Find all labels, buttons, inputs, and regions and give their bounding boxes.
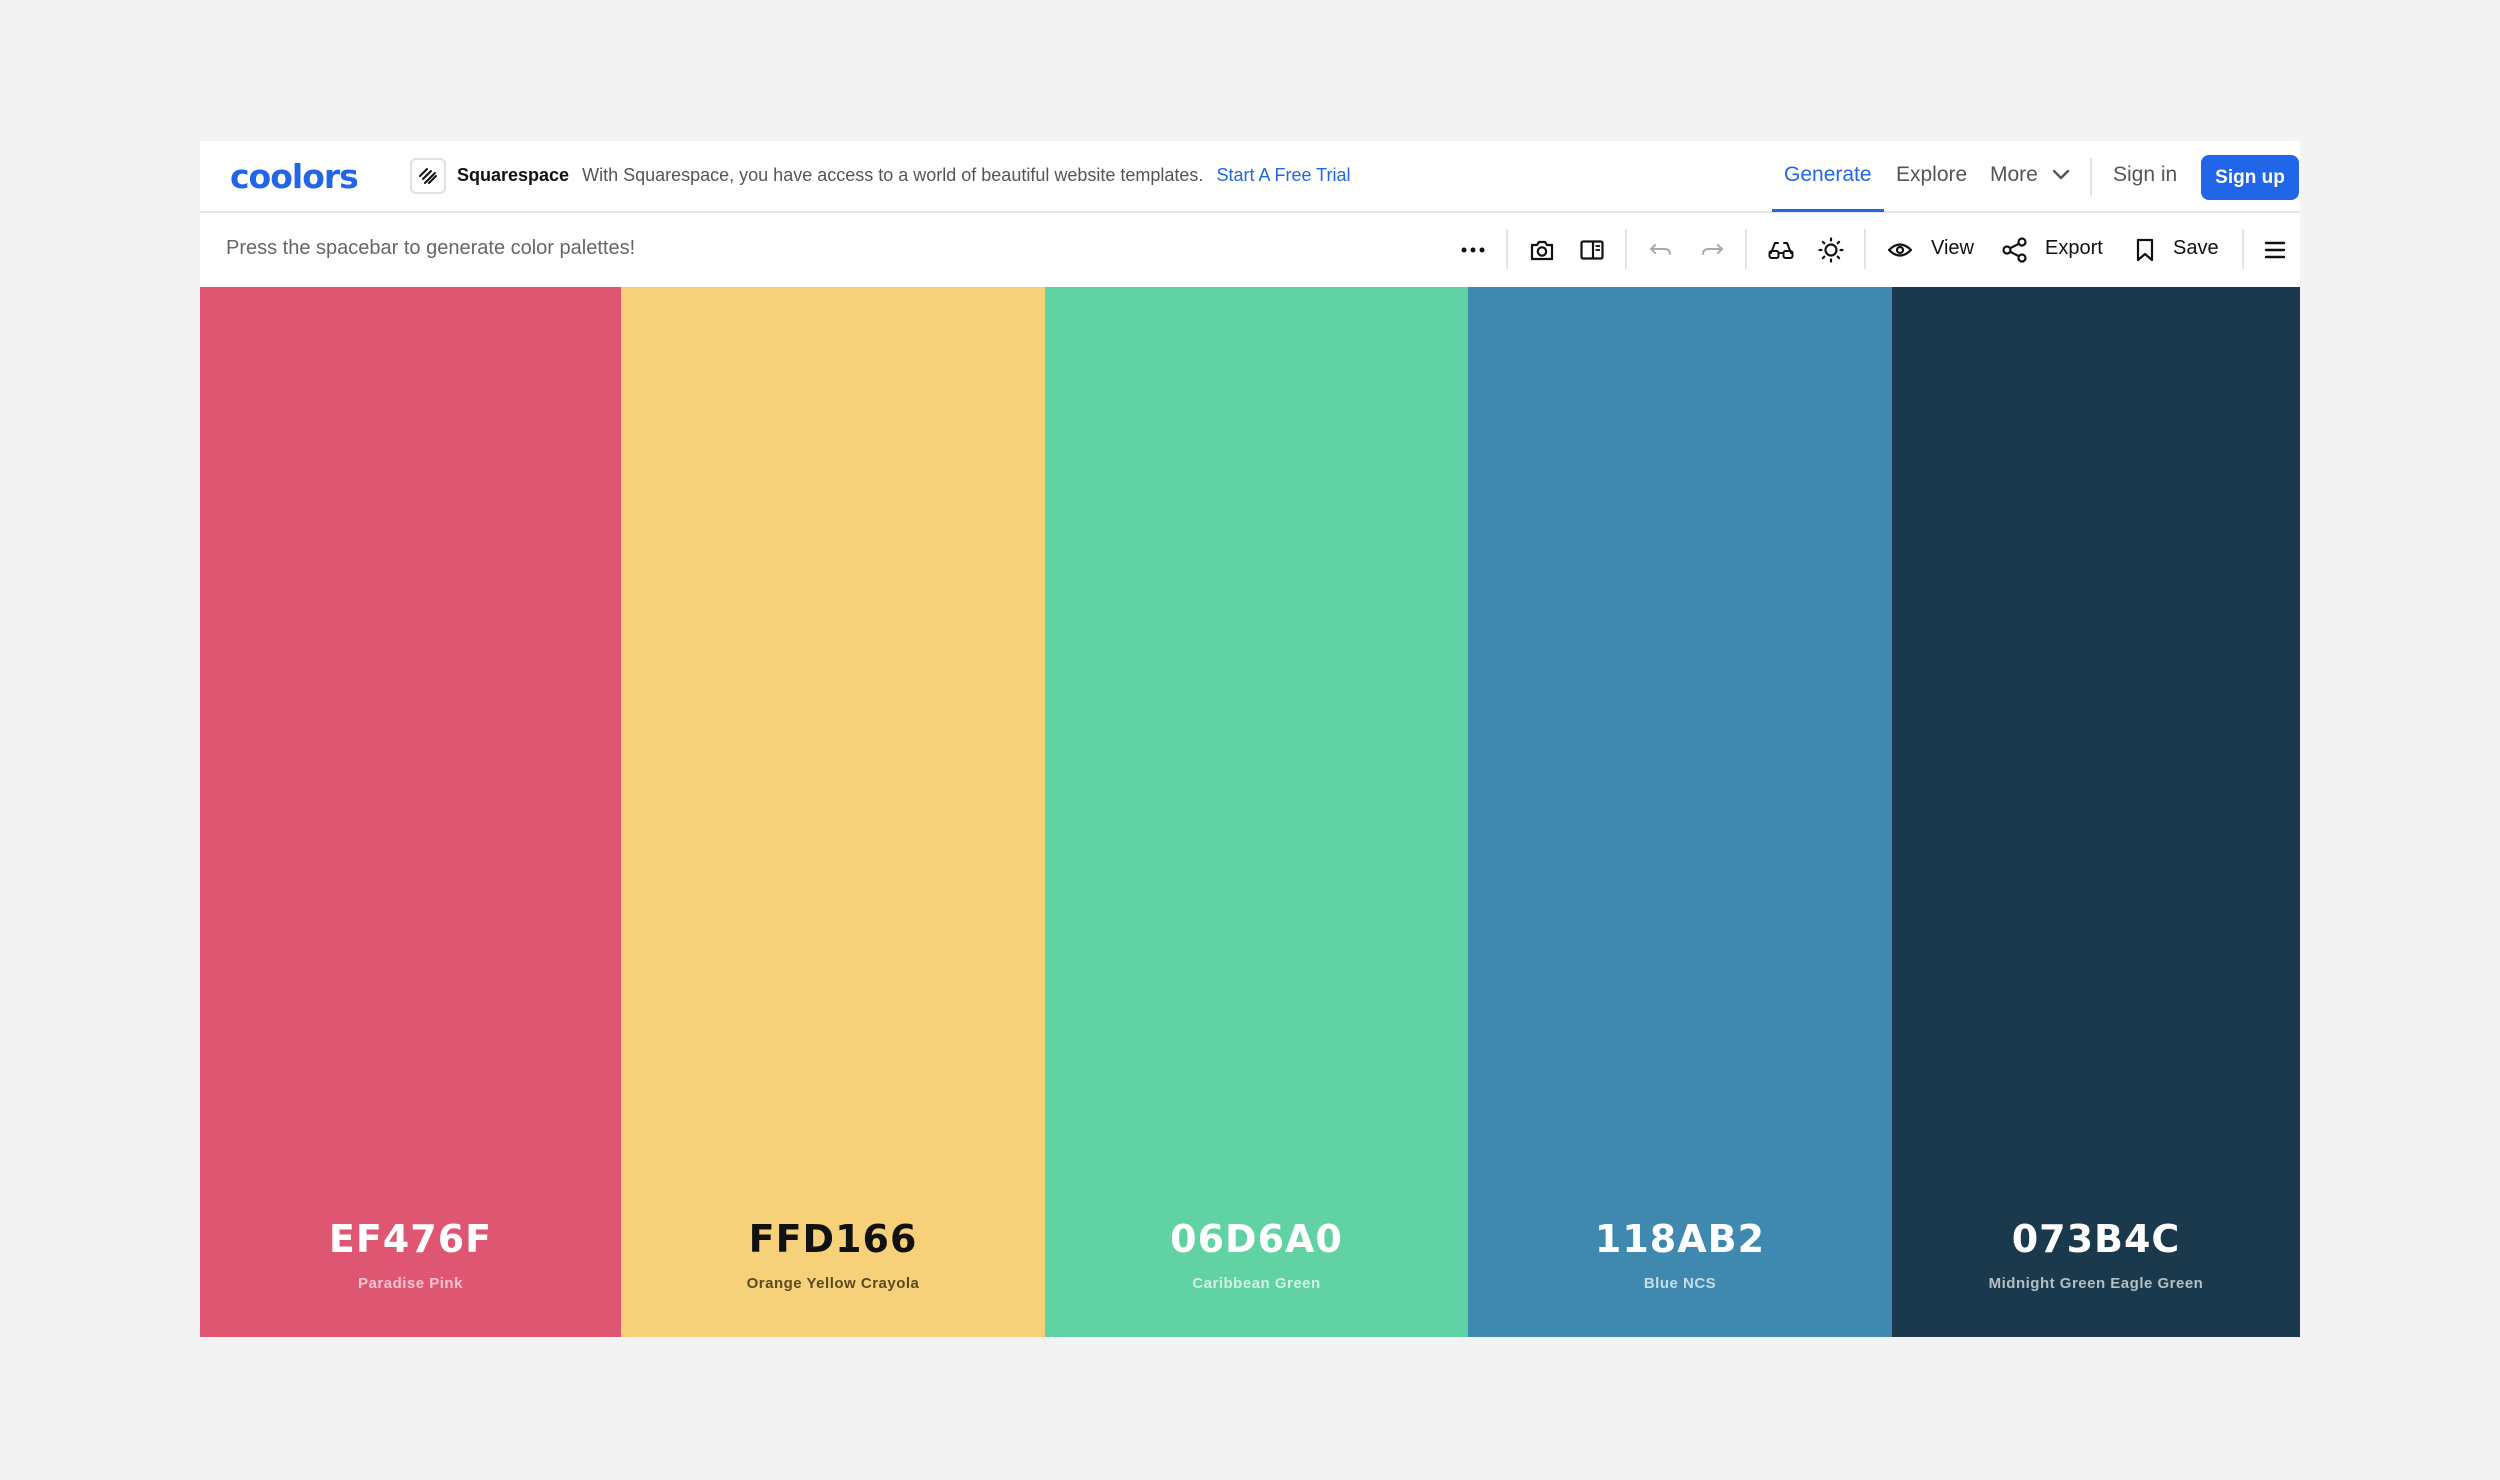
sun-icon[interactable]	[1816, 235, 1846, 265]
color-name[interactable]: Caribbean Green	[1045, 1275, 1468, 1292]
color-hex[interactable]: 118AB2	[1468, 1217, 1892, 1261]
camera-icon[interactable]	[1527, 235, 1557, 265]
toolbar-divider	[1506, 229, 1508, 269]
toolbar: Press the spacebar to generate color pal…	[200, 213, 2300, 286]
nav-more-label: More	[1990, 163, 2038, 186]
color-column[interactable]: 073B4C Midnight Green Eagle Green	[1892, 287, 2300, 1337]
sidebar-icon[interactable]	[1577, 235, 1607, 265]
toolbar-divider	[1864, 229, 1866, 269]
sign-in-link[interactable]: Sign in	[2113, 163, 2177, 187]
nav-explore[interactable]: Explore	[1896, 163, 1967, 187]
spacebar-hint: Press the spacebar to generate color pal…	[226, 237, 636, 259]
squarespace-logo-icon[interactable]	[410, 158, 446, 194]
export-button[interactable]: Export	[2045, 237, 2103, 260]
color-hex[interactable]: FFD166	[621, 1217, 1045, 1261]
app-window: coolors Squarespace With Squarespace, yo…	[200, 141, 2300, 1337]
color-name[interactable]: Blue NCS	[1468, 1275, 1892, 1292]
view-button[interactable]: View	[1931, 237, 1974, 260]
color-hex[interactable]: 073B4C	[1892, 1217, 2300, 1261]
chevron-down-icon	[2052, 163, 2070, 187]
share-icon[interactable]	[2000, 235, 2030, 265]
color-column[interactable]: EF476F Paradise Pink	[200, 287, 621, 1337]
more-options-icon[interactable]	[1458, 235, 1488, 265]
squarespace-promo: Squarespace With Squarespace, you have a…	[457, 165, 1351, 186]
top-nav: coolors Squarespace With Squarespace, yo…	[200, 141, 2300, 213]
toolbar-divider	[1625, 229, 1627, 269]
color-name[interactable]: Orange Yellow Crayola	[621, 1275, 1045, 1292]
save-button[interactable]: Save	[2173, 237, 2219, 260]
bookmark-icon[interactable]	[2130, 235, 2160, 265]
color-name[interactable]: Midnight Green Eagle Green	[1892, 1275, 2300, 1292]
toolbar-divider	[1745, 229, 1747, 269]
sign-up-button[interactable]: Sign up	[2201, 155, 2299, 200]
glasses-icon[interactable]	[1766, 235, 1796, 265]
undo-icon[interactable]	[1646, 235, 1676, 265]
start-free-trial-link[interactable]: Start A Free Trial	[1216, 165, 1350, 185]
color-column[interactable]: 118AB2 Blue NCS	[1468, 287, 1892, 1337]
color-palette: EF476F Paradise Pink FFD166 Orange Yello…	[200, 287, 2300, 1337]
nav-generate[interactable]: Generate	[1784, 163, 1872, 187]
generate-active-indicator	[1772, 209, 1884, 212]
color-column[interactable]: FFD166 Orange Yellow Crayola	[621, 287, 1045, 1337]
color-column[interactable]: 06D6A0 Caribbean Green	[1045, 287, 1468, 1337]
promo-brand: Squarespace	[457, 165, 570, 185]
color-hex[interactable]: EF476F	[200, 1217, 621, 1261]
color-name[interactable]: Paradise Pink	[200, 1275, 621, 1292]
nav-divider	[2090, 158, 2092, 196]
coolors-logo[interactable]: coolors	[230, 157, 359, 196]
menu-icon[interactable]	[2260, 235, 2290, 265]
nav-more[interactable]: More	[1990, 163, 2070, 187]
promo-text: With Squarespace, you have access to a w…	[582, 165, 1204, 185]
color-hex[interactable]: 06D6A0	[1045, 1217, 1468, 1261]
eye-icon[interactable]	[1885, 235, 1915, 265]
toolbar-divider	[2242, 229, 2244, 269]
redo-icon[interactable]	[1697, 235, 1727, 265]
